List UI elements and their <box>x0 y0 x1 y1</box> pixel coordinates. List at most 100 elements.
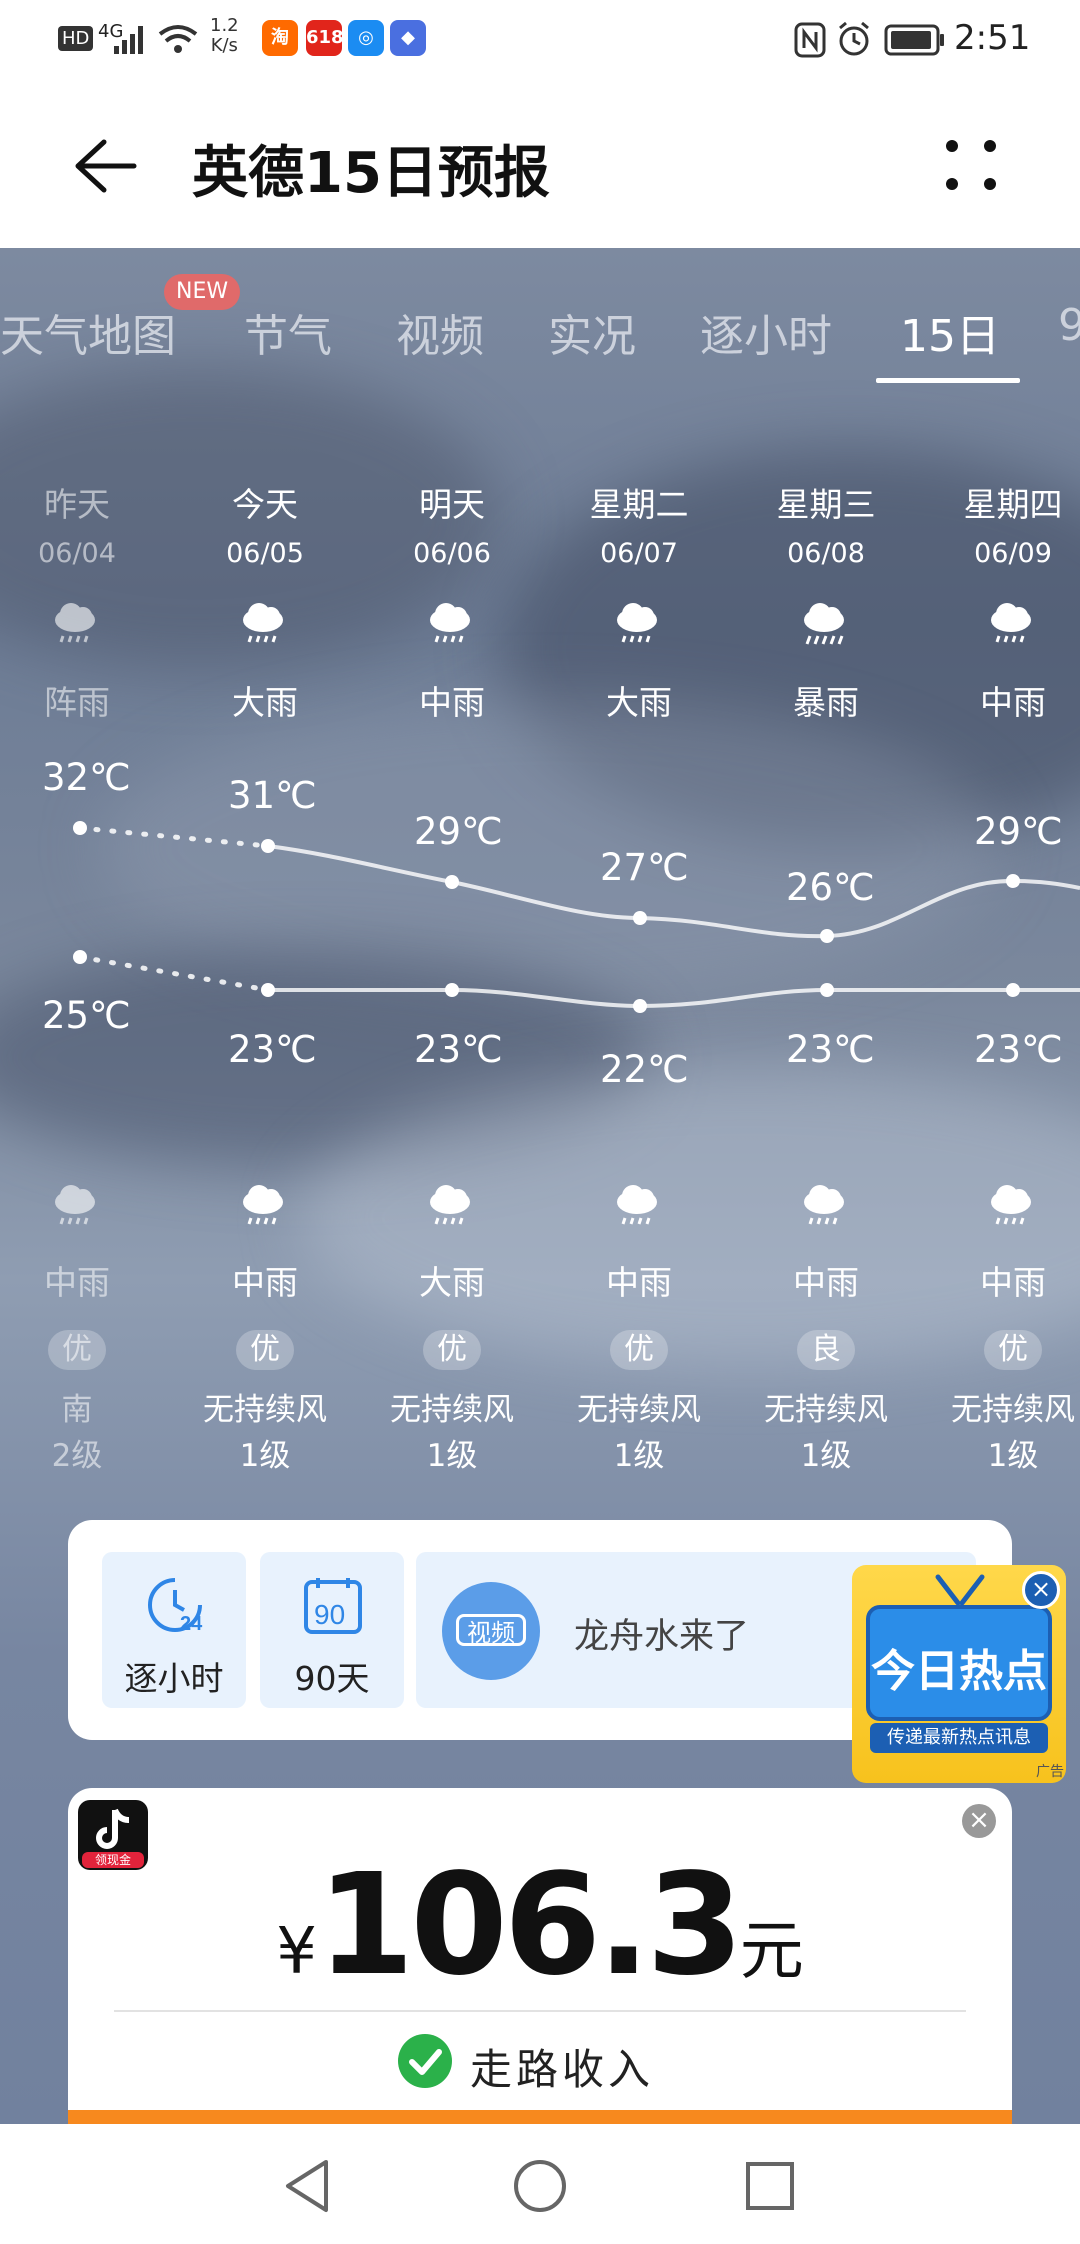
wind-direction: 无持续风 <box>390 1392 514 1428</box>
walk-reward-card[interactable]: 领现金 × ¥106.3元 走路收入 <box>68 1788 1012 2128</box>
video-title: 龙舟水来了 <box>574 1617 750 1657</box>
nfc-icon <box>794 22 826 58</box>
ad-title: 今日热点 <box>871 1646 1047 1697</box>
day-name: 星期三 <box>776 485 876 524</box>
aqi-badge: 良 <box>797 1330 855 1370</box>
day-name: 明天 <box>419 485 485 524</box>
jd-app-icon: 618 <box>306 20 344 56</box>
divider <box>114 2010 966 2012</box>
rain-cloud-icon <box>804 1185 844 1225</box>
recents-square-icon[interactable] <box>744 2160 796 2212</box>
hot-news-ad[interactable]: 今日热点 传递最新热点讯息 广告 × <box>852 1565 1066 1783</box>
wifi-icon <box>158 25 198 53</box>
night-condition: 中雨 <box>606 1263 672 1302</box>
system-nav-bar <box>0 2124 1080 2244</box>
night-condition: 中雨 <box>232 1263 298 1302</box>
wind-level: 1级 <box>426 1438 478 1474</box>
day-condition: 大雨 <box>606 683 672 722</box>
wind-level: 1级 <box>239 1438 291 1474</box>
rain-cloud-icon <box>991 1185 1031 1225</box>
page-title: 英德15日预报 <box>192 141 550 206</box>
wind-direction: 无持续风 <box>951 1392 1075 1428</box>
status-bar: HD 4G 1.2 K/s 淘 618 ◎ ◆ 2:51 <box>0 0 1080 82</box>
90day-forecast-button[interactable]: 90 90天 <box>260 1552 404 1708</box>
reward-caption: 走路收入 <box>470 2045 655 2094</box>
amount-value: 106.3 <box>316 1844 744 2007</box>
rain-cloud-icon <box>243 603 283 643</box>
day-date: 06/07 <box>600 538 678 569</box>
day-date: 06/04 <box>38 538 116 569</box>
wind-direction: 无持续风 <box>764 1392 888 1428</box>
wind-direction: 南 <box>61 1392 93 1428</box>
ad-tag: 广告 <box>1036 1764 1064 1780</box>
day-date: 06/08 <box>787 538 865 569</box>
day-column-tomorrow[interactable]: 明天 06/06 中雨 大雨 优 无持续风 1级 <box>377 248 527 1548</box>
clock-24-icon: 24 <box>148 1578 203 1635</box>
night-condition: 中雨 <box>44 1263 110 1302</box>
signal-icon <box>114 26 143 54</box>
day-column-today[interactable]: 今天 06/05 大雨 中雨 优 无持续风 1级 <box>190 248 340 1548</box>
rain-cloud-icon <box>617 603 657 643</box>
calendar-90-icon: 90 <box>304 1578 362 1634</box>
day-date: 06/06 <box>413 538 491 569</box>
net-speed: 1.2 K/s <box>210 15 239 56</box>
wind-direction: 无持续风 <box>203 1392 327 1428</box>
svg-text:24: 24 <box>180 1613 203 1635</box>
currency-symbol: ¥ <box>276 1915 317 1989</box>
ad-close-icon[interactable]: × <box>1022 1571 1060 1609</box>
wind-level: 1级 <box>987 1438 1039 1474</box>
browser-app-icon: ◎ <box>348 20 384 56</box>
home-circle-icon[interactable] <box>512 2158 568 2214</box>
more-dots-icon[interactable] <box>944 138 1004 194</box>
rain-cloud-icon <box>617 1185 657 1225</box>
alarm-icon <box>839 21 869 56</box>
close-icon[interactable]: × <box>962 1804 996 1838</box>
day-name: 昨天 <box>44 485 110 524</box>
arrow-left-icon[interactable] <box>72 136 138 196</box>
hourly-forecast-button[interactable]: 24 逐小时 <box>102 1552 246 1708</box>
day-date: 06/05 <box>226 538 304 569</box>
amount-unit: 元 <box>739 1915 804 1989</box>
90day-label: 90天 <box>294 1659 370 1698</box>
ad-tv-frame: 今日热点 <box>866 1605 1052 1721</box>
aqi-badge: 优 <box>236 1330 294 1370</box>
back-triangle-icon[interactable] <box>282 2158 334 2214</box>
day-condition: 中雨 <box>419 683 485 722</box>
aqi-badge: 优 <box>610 1330 668 1370</box>
day-column-tuesday[interactable]: 星期二 06/07 大雨 中雨 优 无持续风 1级 <box>564 248 714 1548</box>
study-app-icon: ◆ <box>390 20 426 56</box>
rain-cloud-icon <box>430 603 470 643</box>
day-date: 06/09 <box>974 538 1052 569</box>
day-condition: 中雨 <box>980 683 1046 722</box>
heavy-rain-cloud-icon <box>804 603 844 645</box>
svg-text:90: 90 <box>314 1599 345 1630</box>
taobao-app-icon: 淘 <box>262 20 298 56</box>
rain-cloud-icon <box>991 603 1031 643</box>
wind-level: 1级 <box>800 1438 852 1474</box>
check-icon <box>398 2034 452 2088</box>
battery-icon <box>884 24 944 56</box>
night-condition: 中雨 <box>793 1263 859 1302</box>
reward-amount: ¥106.3元 <box>68 1844 1012 2007</box>
day-column-thursday[interactable]: 星期四 06/09 中雨 中雨 优 无持续风 1级 <box>938 248 1080 1548</box>
tv-antenna-icon <box>935 1574 985 1606</box>
rain-cloud-icon <box>430 1185 470 1225</box>
day-column-yesterday[interactable]: 昨天 06/04 阵雨 中雨 优 南 2级 <box>2 248 152 1548</box>
wind-direction: 无持续风 <box>577 1392 701 1428</box>
rain-cloud-icon <box>55 603 95 643</box>
aqi-badge: 优 <box>48 1330 106 1370</box>
wind-level: 2级 <box>51 1438 103 1474</box>
hd-indicator: HD <box>58 26 94 51</box>
hourly-label: 逐小时 <box>124 1659 224 1698</box>
wind-level: 1级 <box>613 1438 665 1474</box>
rain-cloud-icon <box>243 1185 283 1225</box>
night-condition: 中雨 <box>980 1263 1046 1302</box>
video-icon: 视频 <box>442 1582 540 1680</box>
ad-subtitle: 传递最新热点讯息 <box>870 1723 1048 1753</box>
night-condition: 大雨 <box>419 1263 485 1302</box>
day-column-wednesday[interactable]: 星期三 06/08 暴雨 中雨 良 无持续风 1级 <box>751 248 901 1548</box>
day-condition: 阵雨 <box>44 683 110 722</box>
aqi-badge: 优 <box>423 1330 481 1370</box>
day-condition: 大雨 <box>232 683 298 722</box>
day-name: 星期二 <box>589 485 689 524</box>
